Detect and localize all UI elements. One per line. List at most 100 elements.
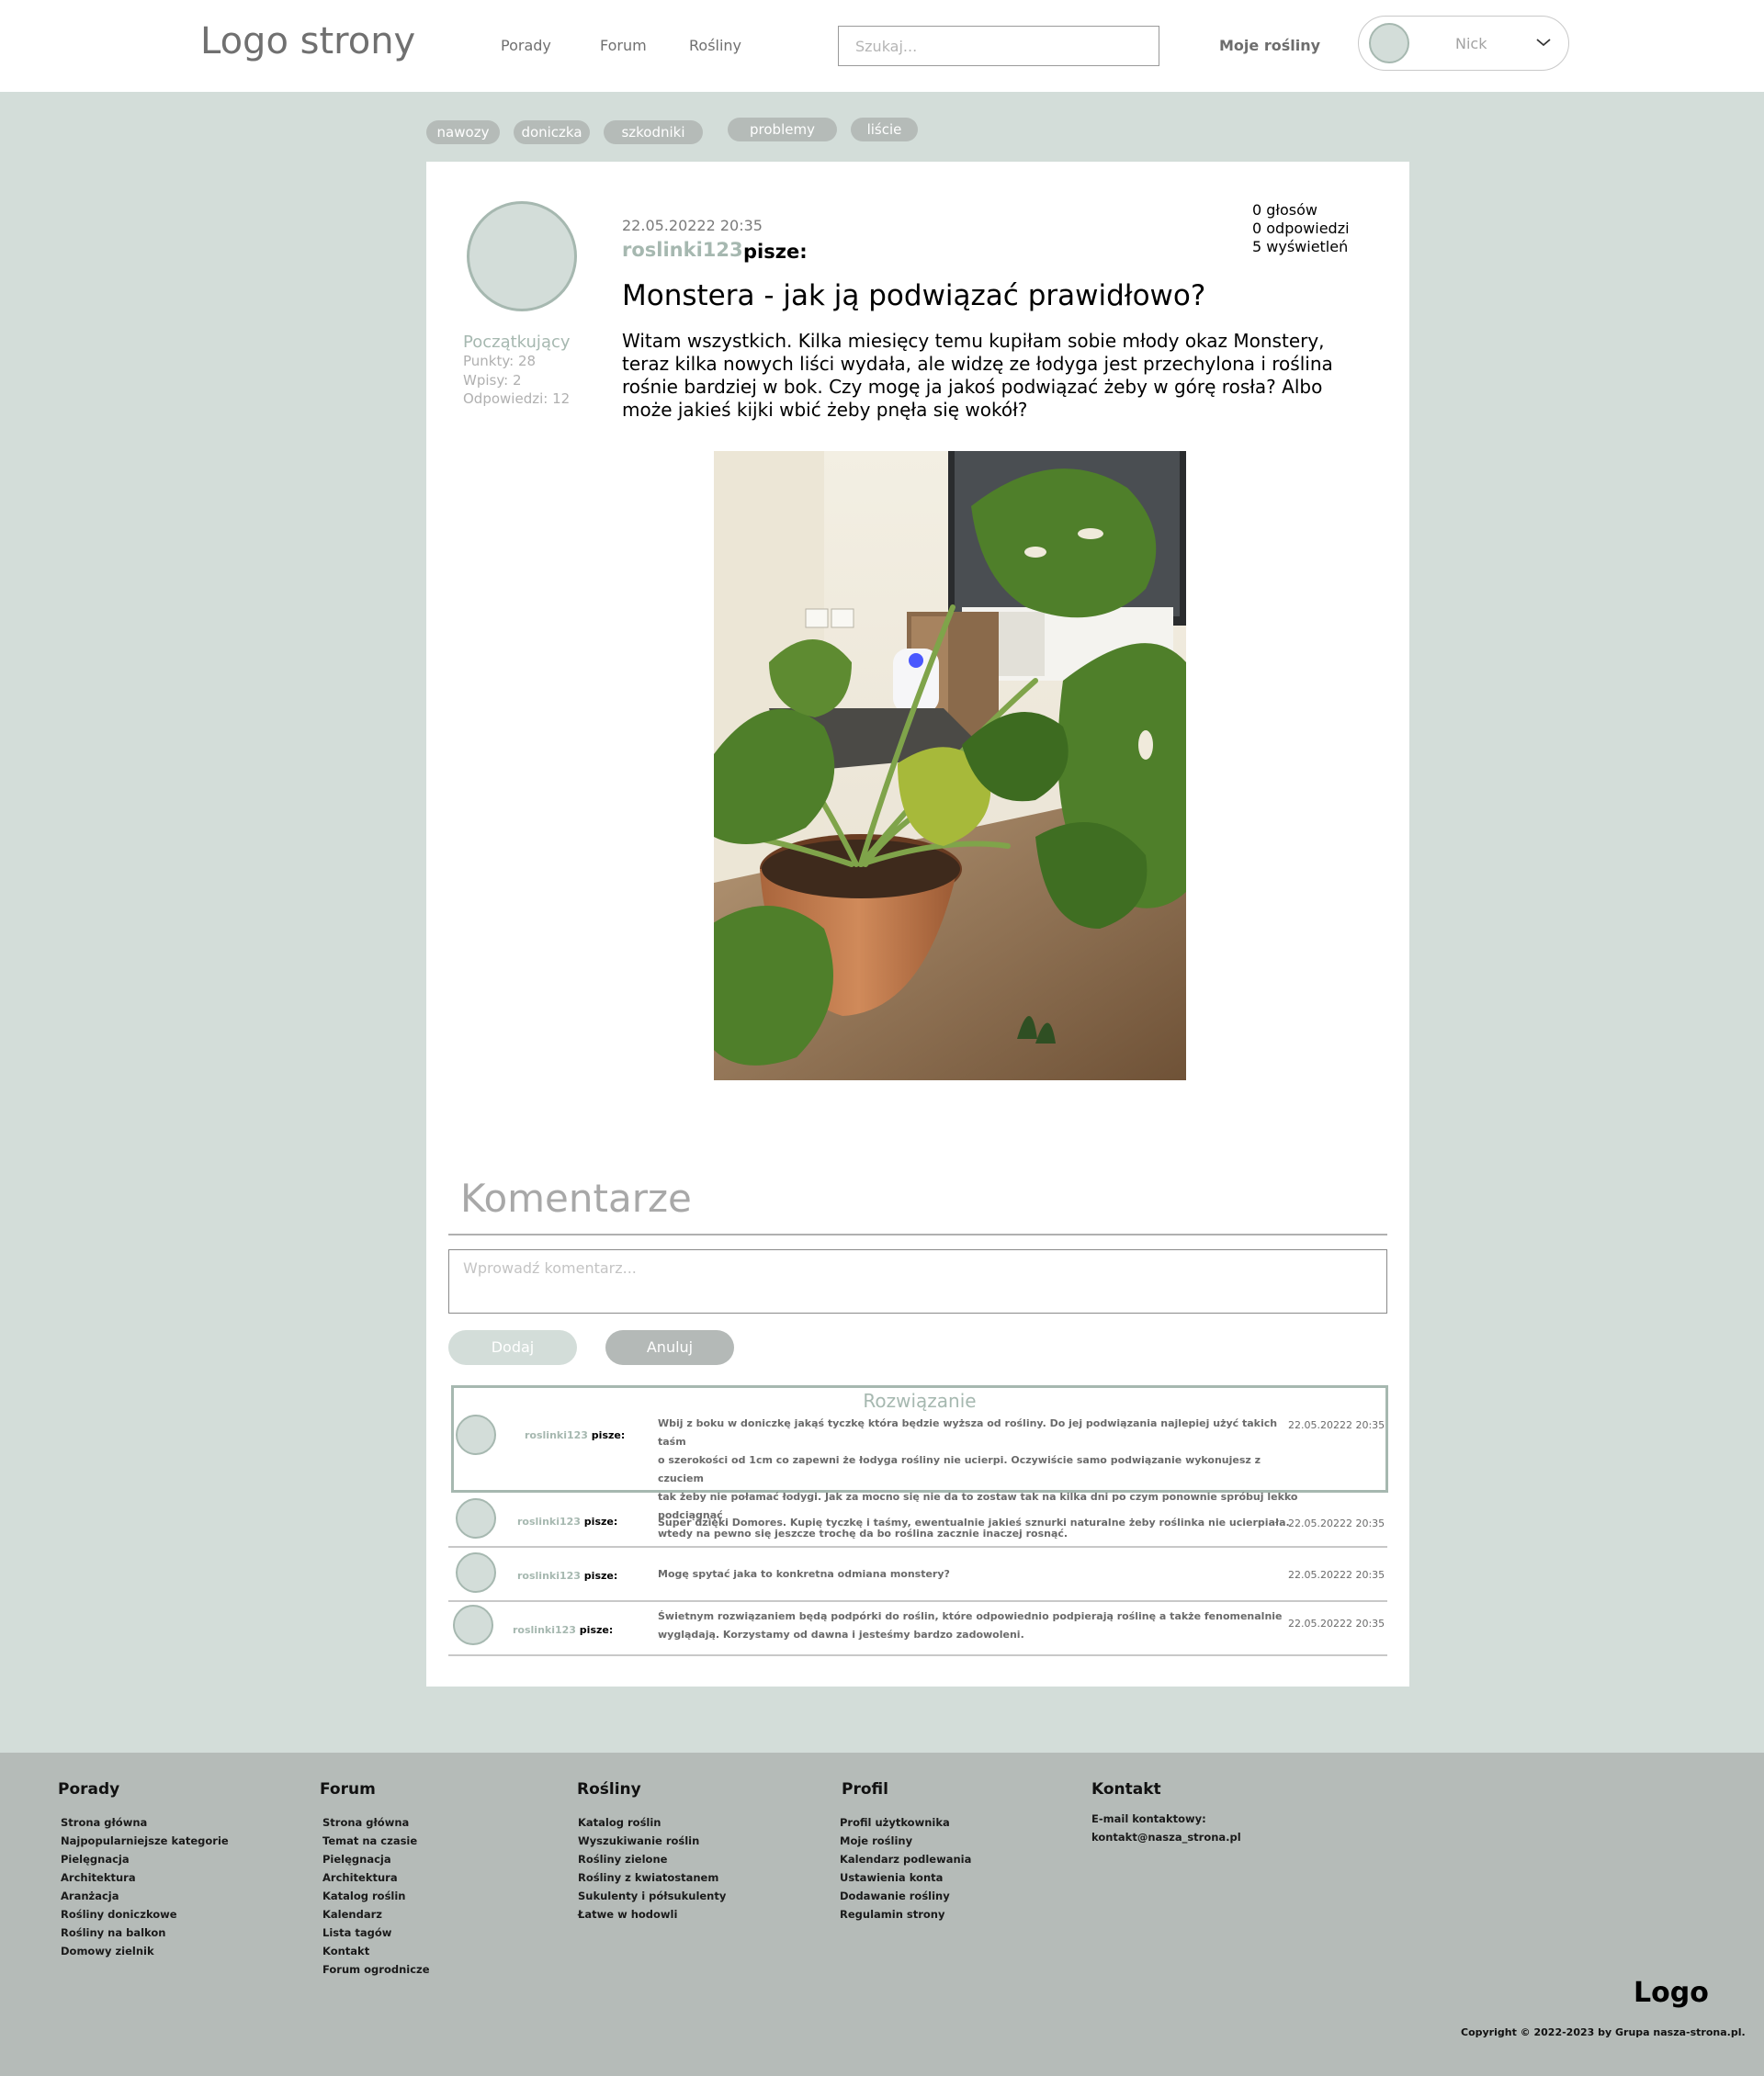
comment-date: 22.05.20222 20:35 bbox=[1288, 1518, 1385, 1529]
comment-text: Mogę spytać jaka to konkretna odmiana mo… bbox=[658, 1568, 950, 1580]
copyright: Copyright © 2022-2023 by Grupa nasza-str… bbox=[1461, 2026, 1746, 2038]
post-body-line: teraz kilka nowych liści wydała, ale wid… bbox=[622, 353, 1333, 375]
post-body-line: Witam wszystkich. Kilka miesięcy temu ku… bbox=[622, 330, 1325, 352]
footer-link[interactable]: Wyszukiwanie roślin bbox=[578, 1832, 726, 1850]
footer-logo[interactable]: Logo bbox=[1634, 1977, 1709, 2009]
cancel-comment-button[interactable]: Anuluj bbox=[605, 1330, 734, 1365]
divider bbox=[448, 1654, 1387, 1656]
user-menu[interactable]: Nick bbox=[1358, 16, 1569, 71]
footer-link[interactable]: Sukulenty i półsukulenty bbox=[578, 1887, 726, 1905]
footer-heading-forum: Forum bbox=[320, 1780, 376, 1799]
comment-avatar[interactable] bbox=[456, 1498, 496, 1539]
site-logo[interactable]: Logo strony bbox=[200, 20, 415, 62]
footer-link[interactable]: Profil użytkownika bbox=[840, 1813, 971, 1832]
post-photo[interactable] bbox=[714, 451, 1186, 1080]
user-nick: Nick bbox=[1455, 35, 1487, 52]
author-replies: Odpowiedzi: 12 bbox=[463, 390, 571, 407]
footer-link[interactable]: Pielęgnacja bbox=[61, 1850, 229, 1868]
tag-nawozy[interactable]: nawozy bbox=[426, 120, 500, 144]
divider bbox=[448, 1234, 1387, 1235]
comments-title: Komentarze bbox=[460, 1176, 692, 1221]
author-entries: Wpisy: 2 bbox=[463, 372, 522, 389]
comment-text: Świetnym rozwiązaniem będą podpórki do r… bbox=[658, 1610, 1283, 1641]
footer-link[interactable]: Kalendarz podlewania bbox=[840, 1850, 971, 1868]
footer-heading-porady: Porady bbox=[58, 1780, 120, 1799]
divider bbox=[448, 1546, 1387, 1548]
footer-link[interactable]: Kalendarz bbox=[322, 1905, 430, 1924]
comment-author[interactable]: roslinki123 pisze: bbox=[517, 1570, 617, 1582]
nav-rosliny[interactable]: Rośliny bbox=[689, 37, 741, 54]
footer-link[interactable]: Rośliny z kwiatostanem bbox=[578, 1868, 726, 1887]
footer-link[interactable]: Katalog roślin bbox=[322, 1887, 430, 1905]
footer-link[interactable]: Rośliny zielone bbox=[578, 1850, 726, 1868]
divider bbox=[448, 1600, 1387, 1602]
comment-author[interactable]: roslinki123 pisze: bbox=[525, 1429, 625, 1441]
footer-link[interactable]: Dodawanie rośliny bbox=[840, 1887, 971, 1905]
tag-liscie[interactable]: liście bbox=[851, 118, 918, 141]
solution-title: Rozwiązanie bbox=[863, 1390, 977, 1412]
footer-heading-kontakt: Kontakt bbox=[1091, 1780, 1161, 1799]
footer-link[interactable]: Kontakt bbox=[322, 1942, 430, 1960]
author-avatar[interactable] bbox=[467, 201, 577, 311]
post-card: Początkujący Punkty: 28 Wpisy: 2 Odpowie… bbox=[426, 162, 1409, 1687]
tag-szkodniki[interactable]: szkodniki bbox=[604, 120, 703, 144]
nav-forum[interactable]: Forum bbox=[600, 37, 647, 54]
footer-list-forum: Strona główna Temat na czasie Pielęgnacj… bbox=[322, 1813, 430, 1979]
footer-list-rosliny: Katalog roślin Wyszukiwanie roślin Rośli… bbox=[578, 1813, 726, 1924]
comment-avatar[interactable] bbox=[456, 1552, 496, 1593]
footer-link[interactable]: Najpopularniejsze kategorie bbox=[61, 1832, 229, 1850]
footer-link[interactable]: Rośliny doniczkowe bbox=[61, 1905, 229, 1924]
top-header: Logo strony Porady Forum Rośliny Moje ro… bbox=[0, 0, 1764, 92]
footer-link[interactable]: Strona główna bbox=[61, 1813, 229, 1832]
footer-link[interactable]: Architektura bbox=[61, 1868, 229, 1887]
add-comment-button[interactable]: Dodaj bbox=[448, 1330, 577, 1365]
post-stats: 0 głosów 0 odpowiedzi 5 wyświetleń bbox=[1252, 201, 1350, 256]
comment-avatar[interactable] bbox=[453, 1605, 493, 1645]
comment-author[interactable]: roslinki123 pisze: bbox=[513, 1624, 613, 1636]
footer-link[interactable]: Rośliny na balkon bbox=[61, 1924, 229, 1942]
author-rank: Początkujący bbox=[463, 333, 571, 352]
contact-label: E-mail kontaktowy: bbox=[1091, 1812, 1206, 1825]
footer-link[interactable]: Regulamin strony bbox=[840, 1905, 971, 1924]
tag-problemy[interactable]: problemy bbox=[728, 118, 837, 141]
comment-date: 22.05.20222 20:35 bbox=[1288, 1618, 1385, 1630]
post-author[interactable]: roslinki123 bbox=[622, 239, 743, 261]
comment-date: 22.05.20222 20:35 bbox=[1288, 1569, 1385, 1581]
post-date: 22.05.20222 20:35 bbox=[622, 217, 763, 234]
chevron-down-icon bbox=[1536, 39, 1551, 47]
footer-link[interactable]: Lista tagów bbox=[322, 1924, 430, 1942]
footer-link[interactable]: Aranżacja bbox=[61, 1887, 229, 1905]
footer-link[interactable]: Moje rośliny bbox=[840, 1832, 971, 1850]
search-input[interactable] bbox=[838, 26, 1159, 66]
contact-email[interactable]: kontakt@nasza_strona.pl bbox=[1091, 1828, 1241, 1846]
footer-list-porady: Strona główna Najpopularniejsze kategori… bbox=[61, 1813, 229, 1960]
post-body-line: rośnie bardziej w bok. Czy mogę ja jakoś… bbox=[622, 376, 1323, 398]
footer-link[interactable]: Architektura bbox=[322, 1868, 430, 1887]
comment-avatar[interactable] bbox=[456, 1415, 496, 1455]
avatar bbox=[1369, 23, 1409, 63]
post-writes-label: pisze: bbox=[743, 241, 808, 263]
footer-link[interactable]: Forum ogrodnicze bbox=[322, 1960, 430, 1979]
comment-text: Super dzięki Domores. Kupię tyczkę i taś… bbox=[658, 1517, 1290, 1529]
post-body-line: może jakieś kijki wbić żeby pnęła się wo… bbox=[622, 399, 1028, 421]
my-plants-link[interactable]: Moje rośliny bbox=[1219, 37, 1320, 54]
comment-author[interactable]: roslinki123 pisze: bbox=[517, 1516, 617, 1528]
votes-count: 0 głosów bbox=[1252, 201, 1317, 219]
nav-porady[interactable]: Porady bbox=[501, 37, 551, 54]
footer-link[interactable]: Katalog roślin bbox=[578, 1813, 726, 1832]
footer-link[interactable]: Ustawienia konta bbox=[840, 1868, 971, 1887]
footer-link[interactable]: Temat na czasie bbox=[322, 1832, 430, 1850]
post-title: Monstera - jak ją podwiązać prawidłowo? bbox=[622, 279, 1206, 312]
comment-date: 22.05.20222 20:35 bbox=[1288, 1419, 1385, 1431]
footer-heading-rosliny: Rośliny bbox=[577, 1780, 641, 1799]
tag-doniczka[interactable]: doniczka bbox=[514, 120, 590, 144]
post-body: Witam wszystkich. Kilka miesięcy temu ku… bbox=[622, 330, 1375, 422]
footer: Porady Strona główna Najpopularniejsze k… bbox=[0, 1753, 1764, 2076]
footer-link[interactable]: Pielęgnacja bbox=[322, 1850, 430, 1868]
comment-input[interactable] bbox=[448, 1249, 1387, 1314]
footer-link[interactable]: Strona główna bbox=[322, 1813, 430, 1832]
footer-list-profil: Profil użytkownika Moje rośliny Kalendar… bbox=[840, 1813, 971, 1924]
footer-contact: E-mail kontaktowy: kontakt@nasza_strona.… bbox=[1091, 1810, 1241, 1846]
footer-link[interactable]: Domowy zielnik bbox=[61, 1942, 229, 1960]
footer-link[interactable]: Łatwe w hodowli bbox=[578, 1905, 726, 1924]
